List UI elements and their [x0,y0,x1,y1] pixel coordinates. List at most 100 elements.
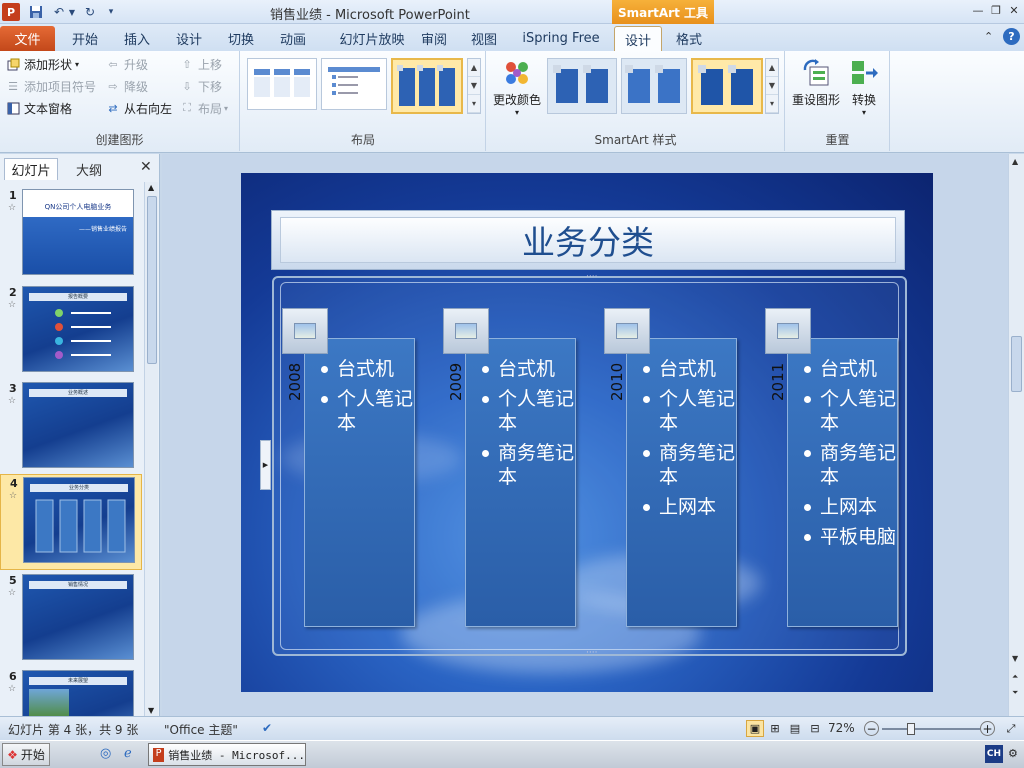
change-colors-button[interactable]: 更改颜色 ▾ [491,55,543,117]
system-tray-icon[interactable]: ⚙ [1008,747,1018,760]
close-button[interactable]: ✕ [1006,2,1022,18]
picture-placeholder-icon[interactable] [443,308,489,354]
layout-option-1[interactable] [247,58,317,110]
style-option-1[interactable] [547,58,617,114]
reading-view-icon[interactable]: ▤ [786,720,804,737]
move-up-button[interactable]: ⇧ 上移 [180,54,222,74]
input-method-indicator[interactable]: CH [985,745,1003,763]
help-icon[interactable]: ? [1003,28,1020,45]
resize-handle-bottom[interactable]: ···· [586,648,597,658]
add-shape-button[interactable]: 添加形状 ▾ [6,54,79,74]
slide-thumbnail-5[interactable]: 5 ☆ 销售情况 [0,572,142,668]
demote-button[interactable]: ⇨ 降级 [106,76,148,96]
zoom-slider-track[interactable] [882,728,980,730]
tab-review[interactable]: 审阅 [414,26,454,51]
slide-sorter-icon[interactable]: ⊞ [766,720,784,737]
style-gallery-scroll[interactable]: ▲ ▼ ▾ [765,58,779,114]
zoom-in-icon[interactable]: + [980,721,995,736]
save-icon[interactable] [28,3,44,21]
next-slide-icon[interactable]: ⏷ [1012,688,1018,698]
gallery-up-icon[interactable]: ▲ [468,59,480,77]
gallery-down-icon[interactable]: ▼ [468,77,480,95]
picture-placeholder-icon[interactable] [282,308,328,354]
normal-view-icon[interactable]: ▣ [746,720,764,737]
tab-smartart-format[interactable]: 格式 [666,26,712,51]
resize-handle-top[interactable]: ···· [586,272,597,282]
scroll-up-icon[interactable]: ▲ [1012,157,1018,166]
redo-icon[interactable]: ↻ [83,3,97,21]
add-bullet-button[interactable]: ☰ 添加项目符号 [6,76,96,96]
tab-smartart-design[interactable]: 设计 [614,26,662,51]
slide-panel-scrollbar[interactable]: ▲ ▼ [144,182,158,716]
taskbar-powerpoint-item[interactable]: P 销售业绩 - Microsof... [148,743,306,766]
smartart-column-2011[interactable]: 2011 台式机 个人笔记本 商务笔记本 上网本 平板电脑 [769,338,898,627]
scroll-thumb[interactable] [1011,336,1022,392]
tab-slides[interactable]: 幻灯片 [4,158,58,180]
powerpoint-app-icon[interactable]: P [2,3,20,21]
text-pane-expand-handle[interactable]: ▶ [260,440,271,490]
picture-placeholder-icon[interactable] [765,308,811,354]
slide-thumbnail-3[interactable]: 3 ☆ 业务概述 [0,380,142,476]
slide-thumbnail-4-selected[interactable]: 4 ☆ 业务分类 [0,474,142,570]
tab-insert[interactable]: 插入 [112,26,162,51]
editor-vertical-scrollbar[interactable]: ▲ ▼ ⏶ ⏷ [1008,154,1024,716]
smartart-column-2010[interactable]: 2010 台式机 个人笔记本 商务笔记本 上网本 [608,338,737,627]
close-panel-icon[interactable]: ✕ [140,159,152,175]
style-gallery-down-icon[interactable]: ▼ [766,77,778,95]
slideshow-view-icon[interactable]: ⊟ [806,720,824,737]
smartart-column-2008[interactable]: 2008 台式机 个人笔记本 [286,338,415,627]
style-option-2[interactable] [621,58,687,114]
zoom-level[interactable]: 72% [828,721,855,735]
tab-animations[interactable]: 动画 [268,26,318,51]
restore-button[interactable]: ❐ [988,2,1004,18]
move-down-button[interactable]: ⇩ 下移 [180,76,222,96]
right-to-left-button[interactable]: ⇄ 从右向左 [106,98,172,118]
layout-gallery-scroll[interactable]: ▲ ▼ ▾ [467,58,481,114]
slide-thumbnail-2[interactable]: 2 ☆ 报告概要 [0,284,142,380]
undo-icon[interactable]: ↶ [52,3,66,21]
tab-view[interactable]: 视图 [464,26,504,51]
ie-browser-icon[interactable]: ℯ [124,746,132,761]
tab-home[interactable]: 开始 [60,26,110,51]
gallery-more-icon[interactable]: ▾ [468,95,480,113]
spell-check-icon[interactable]: ✔ [262,721,272,735]
layout-option-3-selected[interactable] [391,58,463,114]
tab-ispring[interactable]: iSpring Free [516,26,606,51]
text-pane-button[interactable]: 文本窗格 [6,98,72,118]
scroll-down-icon[interactable]: ▼ [148,706,154,715]
start-button[interactable]: ❖ 开始 [2,743,50,766]
scroll-thumb[interactable] [147,196,157,364]
tab-transitions[interactable]: 切换 [216,26,266,51]
minimize-button[interactable]: — [970,2,986,18]
show-desktop-icon[interactable]: ◎ [100,746,111,761]
tab-slideshow[interactable]: 幻灯片放映 [322,26,422,51]
customize-quick-access-icon[interactable]: ▾ [106,3,116,21]
slide-thumbnail-1[interactable]: 1 ☆ QN公司个人电脑业务 ——销售业绩报告 [0,187,142,283]
undo-dropdown-icon[interactable]: ▼ [68,3,76,21]
tab-design[interactable]: 设计 [164,26,214,51]
smartart-column-2009[interactable]: 2009 台式机 个人笔记本 商务笔记本 [447,338,576,627]
fit-to-window-icon[interactable]: ⤢ [1002,720,1020,737]
style-option-3-selected[interactable] [691,58,763,114]
slide-thumbnail-6[interactable]: 6 ☆ 未来展望 [0,668,142,716]
reset-graphic-button[interactable]: 重设图形 [790,55,842,108]
style-gallery-up-icon[interactable]: ▲ [766,59,778,77]
layout-button[interactable]: ⛶ 布局 ▾ [180,98,228,118]
smartart-graphic[interactable]: ···· ···· 2008 台式机 个人笔记本 2009 台式机 个人笔记本 … [272,272,907,658]
tab-file[interactable]: 文件 [0,26,55,51]
theme-name[interactable]: "Office 主题" [164,721,238,738]
zoom-out-icon[interactable]: − [864,721,879,736]
scroll-down-icon[interactable]: ▼ [1012,654,1018,663]
convert-button[interactable]: 转换 ▾ [842,55,886,117]
picture-placeholder-icon[interactable] [604,308,650,354]
collapse-ribbon-icon[interactable]: ⌃ [984,30,993,43]
promote-button[interactable]: ⇦ 升级 [106,54,148,74]
scroll-up-icon[interactable]: ▲ [148,183,154,192]
tab-outline[interactable]: 大纲 [62,158,116,180]
previous-slide-icon[interactable]: ⏶ [1012,672,1018,682]
style-gallery-more-icon[interactable]: ▾ [766,95,778,113]
layout-option-2[interactable] [321,58,387,110]
zoom-slider-thumb[interactable] [907,723,916,735]
title-placeholder[interactable]: 业务分类 [271,210,905,270]
slide-canvas[interactable]: 业务分类 ···· ···· 2008 台式机 个人笔记本 2009 台式机 个… [241,173,933,692]
